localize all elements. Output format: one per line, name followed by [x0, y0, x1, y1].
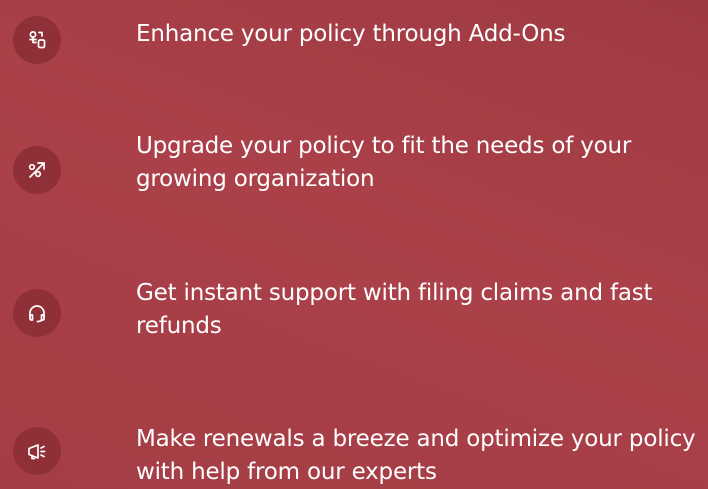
feature-text: Enhance your policy through Add-Ons	[136, 21, 566, 47]
feature-text: Get instant support with filing claims a…	[136, 280, 653, 339]
feature-item-add-ons: Enhance your policy through Add-Ons	[13, 16, 708, 66]
add-ons-icon	[13, 16, 61, 64]
megaphone-icon	[13, 427, 61, 475]
feature-item-support: Get instant support with filing claims a…	[13, 277, 708, 347]
headset-icon	[13, 289, 61, 337]
feature-text: Upgrade your policy to fit the needs of …	[136, 133, 632, 192]
feature-text: Make renewals a breeze and optimize your…	[136, 426, 696, 485]
feature-list: Enhance your policy through Add-Ons Upgr…	[0, 0, 708, 489]
feature-item-upgrade: Upgrade your policy to fit the needs of …	[13, 125, 708, 195]
feature-item-renewals: Make renewals a breeze and optimize your…	[13, 423, 708, 489]
trend-up-percent-icon	[13, 146, 61, 194]
